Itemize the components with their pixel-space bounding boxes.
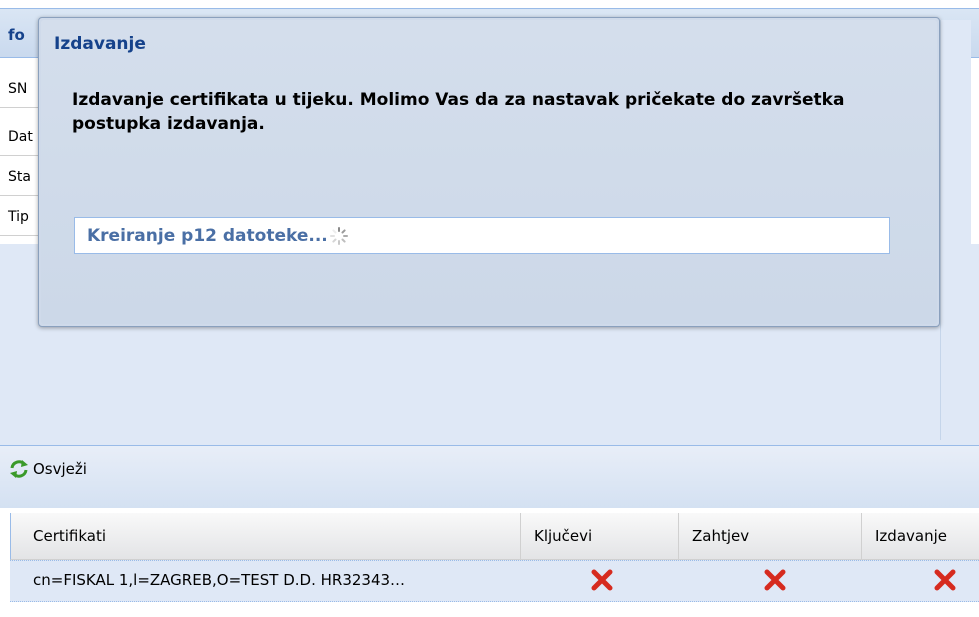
window-top-border: [0, 0, 979, 9]
column-header-certifikati[interactable]: Certifikati: [20, 513, 521, 559]
refresh-button[interactable]: Osvježi: [8, 456, 87, 482]
status-x-icon: [934, 569, 956, 591]
progress-text: Kreiranje p12 datoteke...: [87, 225, 328, 246]
column-header-kljucevi[interactable]: Ključevi: [521, 513, 679, 559]
column-header-izdavanje[interactable]: Izdavanje: [862, 513, 979, 559]
column-header-zahtjev[interactable]: Zahtjev: [679, 513, 862, 559]
dialog-message: Izdavanje certifikata u tijeku. Molimo V…: [72, 90, 845, 134]
progress-box: Kreiranje p12 datoteke...: [74, 217, 890, 254]
status-x-icon: [764, 569, 786, 591]
refresh-icon: [10, 460, 28, 478]
cell-certifikat: cn=FISKAL 1,l=ZAGREB,O=TEST D.D. HR32343…: [33, 571, 406, 589]
progress-dialog: Izdavanje Izdavanje certifikata u tijeku…: [38, 17, 940, 327]
dialog-body: Izdavanje Izdavanje certifikata u tijeku…: [41, 20, 937, 324]
dialog-title: Izdavanje: [54, 34, 146, 54]
grid-toolbar: [0, 445, 979, 509]
info-panel-scrollbar[interactable]: [940, 20, 971, 440]
refresh-button-label: Osvježi: [33, 460, 87, 478]
loading-spinner-icon: [329, 226, 348, 245]
info-panel-title: fo: [8, 26, 25, 44]
status-x-icon: [591, 569, 613, 591]
